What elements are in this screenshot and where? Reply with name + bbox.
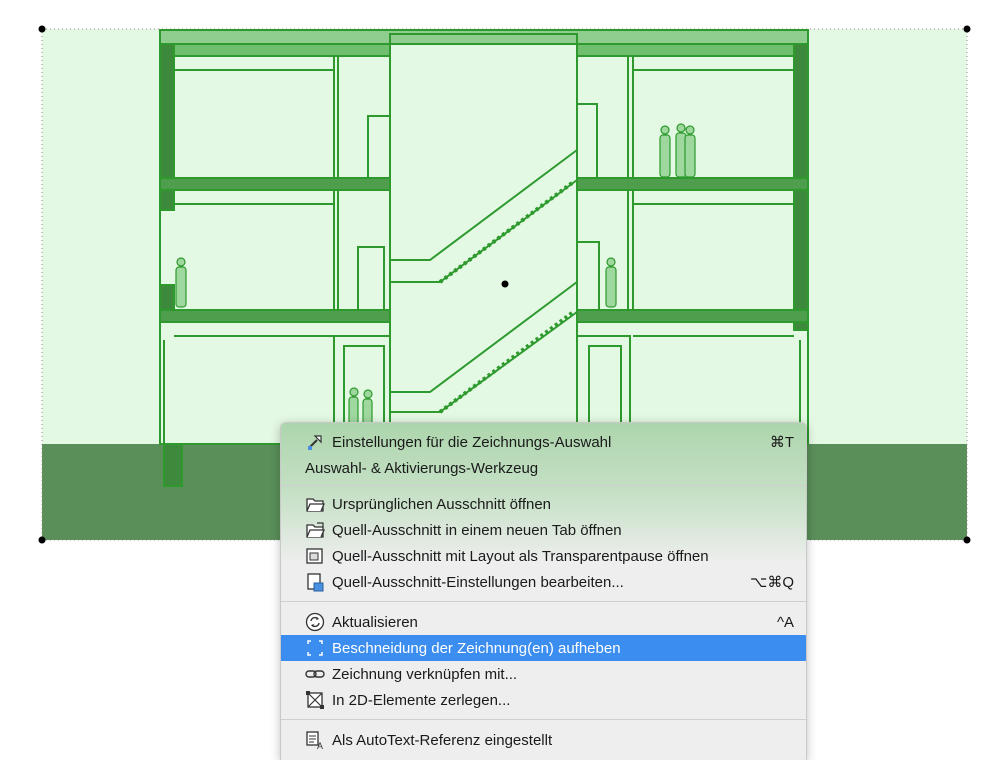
menu-item-remove-drawing-clip[interactable]: Beschneidung der Zeichnung(en) aufheben [281, 635, 806, 661]
layout-trace-icon [304, 545, 326, 567]
context-menu: Einstellungen für die Zeichnungs-Auswahl… [280, 422, 807, 760]
link-icon [304, 663, 326, 685]
menu-item-label: Quell-Ausschnitt mit Layout als Transpar… [332, 547, 709, 565]
menu-item-edit-source-view-settings[interactable]: Quell-Ausschnitt-Einstellungen bearbeite… [281, 569, 806, 595]
menu-item-drawing-selection-settings[interactable]: Einstellungen für die Zeichnungs-Auswahl… [281, 429, 806, 455]
autotext-icon: A [304, 729, 326, 751]
handle-top-left[interactable] [38, 25, 46, 33]
menu-item-label: Auswahl- & Aktivierungs-Werkzeug [305, 459, 539, 477]
menu-item-link-drawing[interactable]: Zeichnung verknüpfen mit... [281, 661, 806, 687]
menu-item-label: Zeichnung verknüpfen mit... [332, 665, 518, 683]
menu-item-open-source-view-new-tab[interactable]: Quell-Ausschnitt in einem neuen Tab öffn… [281, 517, 806, 543]
menu-item-label: Quell-Ausschnitt in einem neuen Tab öffn… [332, 521, 622, 539]
menu-item-explode-to-2d[interactable]: In 2D-Elemente zerlegen... [281, 687, 806, 713]
view-settings-icon [304, 571, 326, 593]
svg-text:A: A [317, 741, 323, 750]
menu-item-refresh[interactable]: Aktualisieren ^A [281, 609, 806, 635]
menu-item-label: Als AutoText-Referenz eingestellt [332, 731, 553, 749]
menu-item-open-original-view[interactable]: Ursprünglichen Ausschnitt öffnen [281, 491, 806, 517]
menu-item-label: Ursprünglichen Ausschnitt öffnen [332, 495, 552, 513]
menu-item-label: In 2D-Elemente zerlegen... [332, 691, 511, 709]
handle-bottom-right[interactable] [963, 536, 971, 544]
menu-separator [281, 601, 806, 602]
menu-item-shortcut: ⌥⌘Q [750, 574, 794, 591]
menu-item-shortcut: ^A [776, 613, 794, 631]
menu-separator [281, 719, 806, 720]
handle-bottom-left[interactable] [38, 536, 46, 544]
menu-item-open-source-view-layout-trace[interactable]: Quell-Ausschnitt mit Layout als Transpar… [281, 543, 806, 569]
handle-center[interactable] [501, 280, 509, 288]
crop-icon [304, 637, 326, 659]
menu-item-set-autotext-reference[interactable]: A Als AutoText-Referenz eingestellt [281, 727, 806, 753]
open-folder-icon [304, 493, 326, 515]
menu-separator [281, 485, 806, 486]
menu-item-label: Einstellungen für die Zeichnungs-Auswahl [332, 433, 612, 451]
handle-top-right[interactable] [963, 25, 971, 33]
menu-item-selection-activation-tool[interactable]: Auswahl- & Aktivierungs-Werkzeug [281, 455, 806, 481]
menu-item-label: Quell-Ausschnitt-Einstellungen bearbeite… [332, 573, 624, 591]
refresh-icon [304, 611, 326, 633]
menu-item-label: Beschneidung der Zeichnung(en) aufheben [332, 639, 621, 657]
explode-icon [304, 689, 326, 711]
menu-item-label: Aktualisieren [332, 613, 418, 631]
open-folder-tab-icon [304, 519, 326, 541]
settings-wand-icon [304, 431, 326, 453]
menu-item-shortcut: ⌘T [769, 434, 794, 451]
